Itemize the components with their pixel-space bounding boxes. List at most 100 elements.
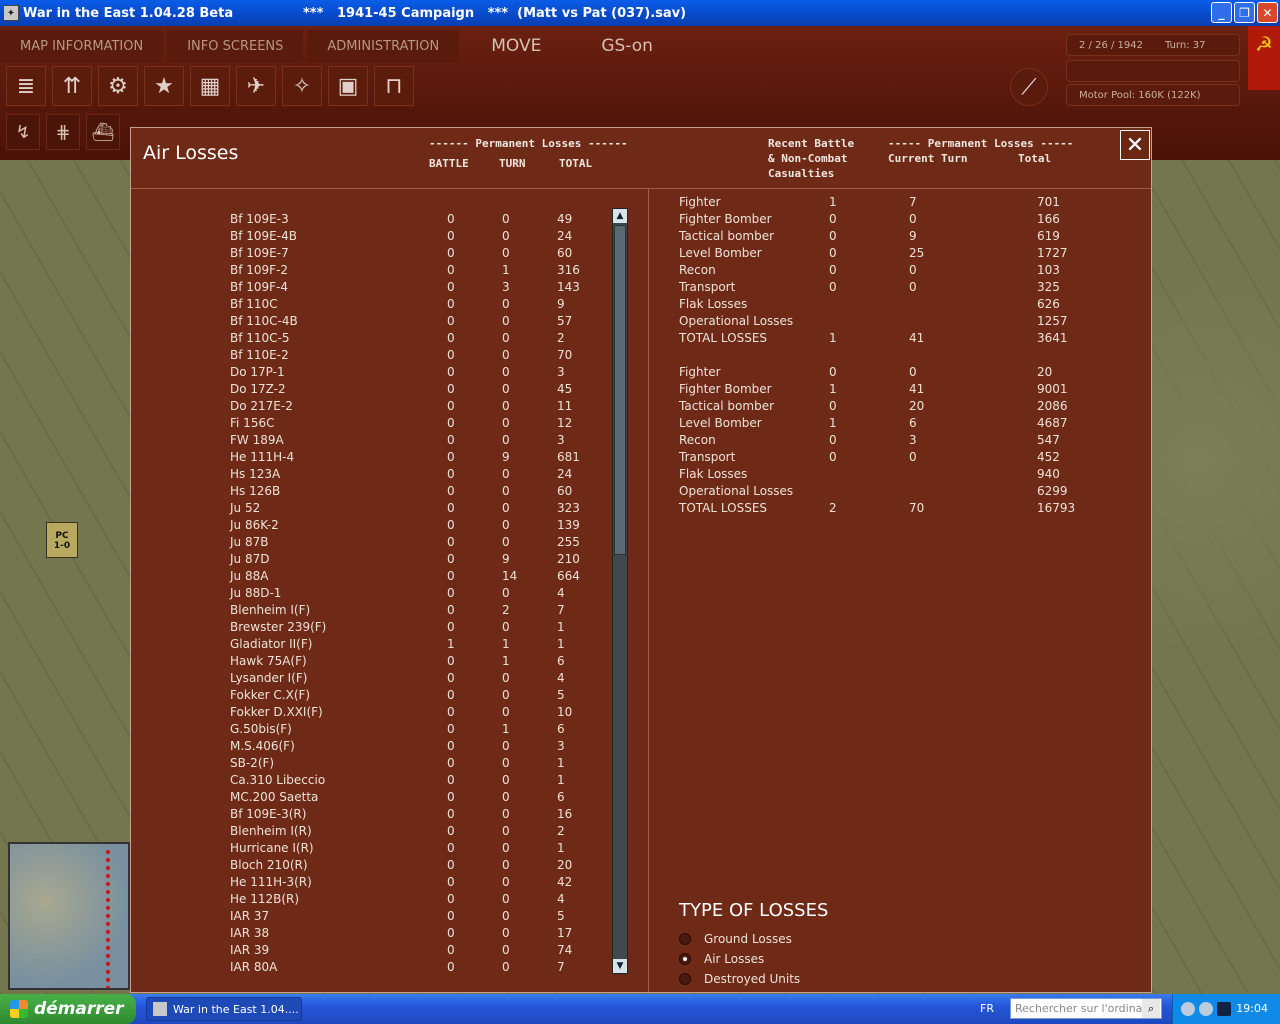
total-losses: 626	[1037, 297, 1060, 311]
total-column-header-right: Total	[1018, 152, 1052, 165]
battle-losses: 0	[447, 348, 455, 362]
star-icon[interactable]: ★	[144, 66, 184, 106]
radio-air-losses[interactable]: Air Losses	[679, 949, 828, 969]
summary-row: Recon 0 3 547	[679, 432, 1139, 449]
search-icon[interactable]: ⌕	[1142, 999, 1160, 1018]
turn-column-header: TURN	[499, 157, 526, 170]
radio-icon[interactable]	[679, 933, 691, 945]
window-subtitle: *** 1941-45 Campaign *** (Matt vs Pat (0…	[303, 5, 687, 21]
start-button[interactable]: démarrer	[0, 994, 136, 1024]
total-losses: 45	[557, 382, 573, 396]
table-row: Lysander I(F) 0 0 4	[230, 670, 610, 687]
app-icon: ✦	[3, 5, 19, 21]
minimize-icon[interactable]: _	[1211, 2, 1232, 23]
aircraft-name: IAR 39	[230, 943, 270, 957]
close-icon[interactable]: ✕	[1257, 2, 1278, 23]
move-mode-button[interactable]: MOVE	[463, 30, 569, 62]
taskbar-app-button[interactable]: War in the East 1.04....	[146, 997, 302, 1021]
satellite-icon[interactable]: ✧	[282, 66, 322, 106]
table-row: Ju 52 0 0 323	[230, 500, 610, 517]
back-arrow-icon[interactable]	[1181, 1002, 1195, 1016]
aircraft-name: Hs 126B	[230, 484, 281, 498]
turn-losses: 0	[502, 926, 510, 940]
turn-losses: 0	[502, 518, 510, 532]
aircraft-name: Bf 109E-4B	[230, 229, 297, 243]
slash-button-icon[interactable]: ⟋	[1010, 68, 1048, 106]
aircraft-name: IAR 37	[230, 909, 270, 923]
city-icon[interactable]: ▦	[190, 66, 230, 106]
aircraft-icon[interactable]: ✈	[236, 66, 276, 106]
tab-info-screens[interactable]: INFO SCREENS	[167, 30, 304, 62]
recent-casualties	[829, 466, 909, 483]
current-turn-losses: 9	[909, 229, 917, 243]
minimap[interactable]	[8, 842, 130, 990]
tab-administration[interactable]: ADMINISTRATION	[307, 30, 460, 62]
aircraft-name: Ju 86K-2	[230, 518, 279, 532]
scroll-up-icon[interactable]: ▲	[613, 209, 627, 223]
summary-row: TOTAL LOSSES 2 70 16793	[679, 500, 1139, 517]
aircraft-list-scrollbar[interactable]: ▲ ▼	[612, 208, 628, 974]
total-losses: 1257	[1037, 314, 1068, 328]
total-losses: 6299	[1037, 484, 1068, 498]
aircraft-name: Bf 109E-3(R)	[230, 807, 307, 821]
gear-icon[interactable]: ⚙	[98, 66, 138, 106]
taskbar: démarrer War in the East 1.04.... FR Rec…	[0, 994, 1280, 1024]
f2-hotkey-icon[interactable]: ⋕	[46, 114, 80, 150]
total-losses: 24	[557, 229, 573, 243]
gs-toggle-button[interactable]: GS-on	[573, 30, 681, 62]
table-row: SB-2(F) 0 0 1	[230, 755, 610, 772]
stack-icon[interactable]: ≣	[6, 66, 46, 106]
f1-hotkey-icon[interactable]: ↯	[6, 114, 40, 150]
radio-ground-losses[interactable]: Ground Losses	[679, 929, 828, 949]
turn-losses: 0	[502, 246, 510, 260]
turn-losses: 0	[502, 688, 510, 702]
language-indicator[interactable]: FR	[980, 1002, 994, 1015]
unit-counter[interactable]: PC 1-0	[46, 522, 78, 558]
loss-category: Level Bomber	[679, 246, 762, 260]
table-row: FW 189A 0 0 3	[230, 432, 610, 449]
battle-losses: 0	[447, 246, 455, 260]
search-input[interactable]: Rechercher sur l'ordinateur	[1010, 998, 1162, 1019]
turn-losses: 0	[502, 705, 510, 719]
battle-losses: 0	[447, 943, 455, 957]
recent-casualties: 0	[829, 399, 837, 413]
total-losses: 3	[557, 433, 565, 447]
restore-icon[interactable]: ❐	[1234, 2, 1255, 23]
rail-icon[interactable]: ⊓	[374, 66, 414, 106]
loss-category: Level Bomber	[679, 416, 762, 430]
aircraft-name: Hs 123A	[230, 467, 281, 481]
scroll-down-icon[interactable]: ▼	[613, 959, 627, 973]
recent-casualties: 0	[829, 246, 837, 260]
window-titlebar[interactable]: ✦ War in the East 1.04.28 Beta *** 1941-…	[0, 0, 1280, 26]
scroll-thumb[interactable]	[614, 225, 626, 555]
arrows-icon[interactable]: ⇈	[52, 66, 92, 106]
table-row: Bf 109E-4B 0 0 24	[230, 228, 610, 245]
turn-losses: 1	[502, 263, 510, 277]
app-icon	[153, 1002, 167, 1016]
radio-selected-icon[interactable]	[679, 953, 691, 965]
turn-losses: 0	[502, 314, 510, 328]
turn-losses: 0	[502, 229, 510, 243]
table-row: He 111H-3(R) 0 0 42	[230, 874, 610, 891]
aircraft-name: M.S.406(F)	[230, 739, 295, 753]
close-icon[interactable]: ✕	[1120, 130, 1150, 160]
total-losses: 7	[557, 603, 565, 617]
aircraft-name: He 112B(R)	[230, 892, 300, 906]
radio-icon[interactable]	[679, 973, 691, 985]
recent-casualties: 0	[829, 229, 837, 243]
f3-hotkey-icon[interactable]: ⛴	[86, 114, 120, 150]
monitor-icon[interactable]	[1217, 1002, 1231, 1016]
total-losses: 6	[557, 654, 565, 668]
radio-destroyed-units[interactable]: Destroyed Units	[679, 969, 828, 989]
network-icon[interactable]	[1199, 1002, 1213, 1016]
aircraft-name: He 111H-4	[230, 450, 295, 464]
total-losses: 11	[557, 399, 573, 413]
turn-losses: 0	[502, 535, 510, 549]
fuel-icon[interactable]: ▣	[328, 66, 368, 106]
total-losses: 2	[557, 331, 565, 345]
tab-map-information[interactable]: MAP INFORMATION	[0, 30, 164, 62]
dialog-title: Air Losses	[143, 142, 239, 164]
turn-losses: 1	[502, 637, 510, 651]
summary-row: Level Bomber 0 25 1727	[679, 245, 1139, 262]
turn-losses: 0	[502, 620, 510, 634]
